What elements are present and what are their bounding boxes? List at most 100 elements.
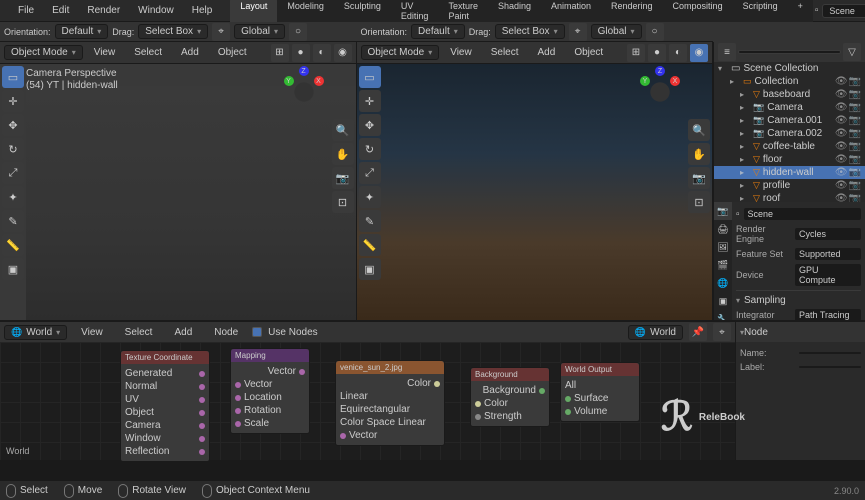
pan-icon[interactable]: ✋	[332, 143, 354, 165]
tab-sculpting[interactable]: Sculpting	[334, 0, 391, 24]
render-engine-dropdown[interactable]: Cycles	[795, 228, 861, 240]
node-mapping[interactable]: Mapping Vector Vector Location Rotation …	[230, 348, 310, 434]
camera-view-icon[interactable]: 📷	[332, 167, 354, 189]
outliner-item-camera.002[interactable]: ▸📷Camera.002👁📷	[714, 127, 865, 140]
global-dropdown[interactable]: Global▾	[234, 24, 285, 39]
node-canvas[interactable]: Texture Coordinate Generated Normal UV O…	[0, 342, 735, 460]
tab-compositing[interactable]: Compositing	[663, 0, 733, 24]
menu-window[interactable]: Window	[130, 2, 182, 19]
tool-annotate-icon[interactable]: ✎	[2, 210, 24, 232]
viewport-left[interactable]: Object Mode▾ View Select Add Object ⊞ ● …	[0, 42, 357, 320]
world-data-dropdown[interactable]: 🌐 World	[628, 325, 683, 340]
gizmo-x-axis-2[interactable]: X	[670, 76, 680, 86]
navigation-gizmo[interactable]: X Y Z	[282, 70, 326, 114]
visibility-icon[interactable]: 👁	[835, 76, 848, 87]
shading-rendered-icon[interactable]: ◉	[334, 44, 352, 62]
prop-tab-modifier-icon[interactable]: 🔧	[714, 310, 732, 320]
tool-transform-icon-2[interactable]: ✦	[359, 186, 381, 208]
navigation-gizmo-2[interactable]: X Y Z	[638, 70, 682, 114]
tool-measure-icon[interactable]: 📏	[2, 234, 24, 256]
vp2-object-menu[interactable]: Object	[566, 44, 611, 61]
tab-layout[interactable]: Layout	[230, 0, 277, 24]
menu-file[interactable]: File	[10, 2, 42, 19]
tab-animation[interactable]: Animation	[541, 0, 601, 24]
node-texture-coordinate[interactable]: Texture Coordinate Generated Normal UV O…	[120, 350, 210, 462]
gizmo-x-axis[interactable]: X	[314, 76, 324, 86]
pan-icon-2[interactable]: ✋	[688, 143, 710, 165]
tab-modeling[interactable]: Modeling	[277, 0, 334, 24]
ortho-toggle-icon[interactable]: ⊡	[332, 191, 354, 213]
zoom-icon-2[interactable]: 🔍	[688, 119, 710, 141]
outliner-item-roof[interactable]: ▸▽roof👁📷	[714, 192, 865, 202]
tool-rotate-icon-2[interactable]: ↻	[359, 138, 381, 160]
tab-shading[interactable]: Shading	[488, 0, 541, 24]
visibility-icon[interactable]: 👁	[835, 180, 848, 191]
tab-scripting[interactable]: Scripting	[733, 0, 788, 24]
node-editor-type-dropdown[interactable]: 🌐 World▾	[4, 325, 67, 340]
menu-help[interactable]: Help	[184, 2, 221, 19]
tool-addcube-icon[interactable]: ▣	[2, 258, 24, 280]
node-environment-texture[interactable]: venice_sun_2.jpg Color Linear Equirectan…	[335, 360, 445, 446]
tool-select-icon[interactable]: ▭	[2, 66, 24, 88]
tool-annotate-icon-2[interactable]: ✎	[359, 210, 381, 232]
outliner-filter-icon[interactable]: ▽	[843, 43, 861, 61]
node-label-field[interactable]	[799, 366, 861, 368]
ortho-toggle-icon-2[interactable]: ⊡	[688, 191, 710, 213]
prop-tab-object-icon[interactable]: ▣	[714, 292, 732, 310]
use-nodes-checkbox[interactable]	[252, 327, 262, 337]
prop-tab-world-icon[interactable]: 🌐	[714, 274, 732, 292]
feature-set-dropdown[interactable]: Supported	[795, 248, 861, 260]
visibility-icon[interactable]: 👁	[835, 154, 848, 165]
node-select-menu[interactable]: Select	[117, 324, 161, 341]
drag-dropdown-2[interactable]: Select Box▾	[495, 24, 565, 39]
node-add-menu[interactable]: Add	[166, 324, 200, 341]
vp2-select-menu[interactable]: Select	[483, 44, 527, 61]
visibility-icon[interactable]: 👁	[835, 193, 848, 202]
render-visibility-icon[interactable]: 📷	[849, 154, 861, 165]
vp2-add-menu[interactable]: Add	[530, 44, 564, 61]
menu-render[interactable]: Render	[79, 2, 128, 19]
render-visibility-icon[interactable]: 📷	[849, 102, 861, 113]
outliner-item-collection[interactable]: ▸▭Collection👁📷	[714, 75, 865, 88]
node-view-menu[interactable]: View	[73, 324, 111, 341]
prop-tab-viewlayer-icon[interactable]: 🖼	[714, 238, 732, 256]
mode-dropdown-2[interactable]: Object Mode▾	[361, 45, 440, 60]
scene-field[interactable]: Scene	[822, 4, 865, 18]
visibility-icon[interactable]: 👁	[835, 128, 848, 139]
shading-matpreview-icon[interactable]: ◐	[313, 44, 331, 62]
snap-node-icon[interactable]: ⌖	[713, 323, 731, 341]
tab-texture-paint[interactable]: Texture Paint	[438, 0, 488, 24]
prop-tab-scene-icon[interactable]: 🎬	[714, 256, 732, 274]
outliner-search[interactable]	[738, 50, 841, 54]
tool-addcube-icon-2[interactable]: ▣	[359, 258, 381, 280]
sampling-section-header[interactable]: ▾Sampling	[736, 294, 861, 307]
render-visibility-icon[interactable]: 📷	[849, 128, 861, 139]
node-name-field[interactable]	[799, 352, 861, 354]
mode-dropdown[interactable]: Object Mode▾	[4, 45, 83, 60]
zoom-icon[interactable]: 🔍	[332, 119, 354, 141]
tab-rendering[interactable]: Rendering	[601, 0, 663, 24]
shading-rendered-icon-2[interactable]: ◉	[690, 44, 708, 62]
render-visibility-icon[interactable]: 📷	[849, 76, 861, 87]
proportional-edit-icon[interactable]: ○	[289, 23, 307, 41]
outliner-scene-collection[interactable]: ▾ ▭ Scene Collection	[714, 62, 865, 75]
vp-add-menu[interactable]: Add	[173, 44, 207, 61]
menu-edit[interactable]: Edit	[44, 2, 77, 19]
tool-scale-icon-2[interactable]: ⤢	[359, 162, 381, 184]
scene-name-field[interactable]: Scene	[744, 208, 861, 220]
vp-object-menu[interactable]: Object	[210, 44, 255, 61]
vp-view-menu[interactable]: View	[86, 44, 124, 61]
orientation-dropdown[interactable]: Default▾	[55, 24, 109, 39]
gizmo-z-axis-2[interactable]: Z	[655, 66, 665, 76]
snap-icon[interactable]: ⌖	[212, 23, 230, 41]
proportional-edit-icon-2[interactable]: ○	[646, 23, 664, 41]
visibility-icon[interactable]: 👁	[835, 115, 848, 126]
tool-cursor-icon-2[interactable]: ✛	[359, 90, 381, 112]
outliner-item-floor[interactable]: ▸▽floor👁📷	[714, 153, 865, 166]
gizmo-y-axis-2[interactable]: Y	[640, 76, 650, 86]
render-visibility-icon[interactable]: 📷	[849, 89, 861, 100]
render-visibility-icon[interactable]: 📷	[849, 180, 861, 191]
shading-wireframe-icon[interactable]: ⊞	[271, 44, 289, 62]
render-visibility-icon[interactable]: 📷	[849, 193, 861, 202]
camera-view-icon-2[interactable]: 📷	[688, 167, 710, 189]
